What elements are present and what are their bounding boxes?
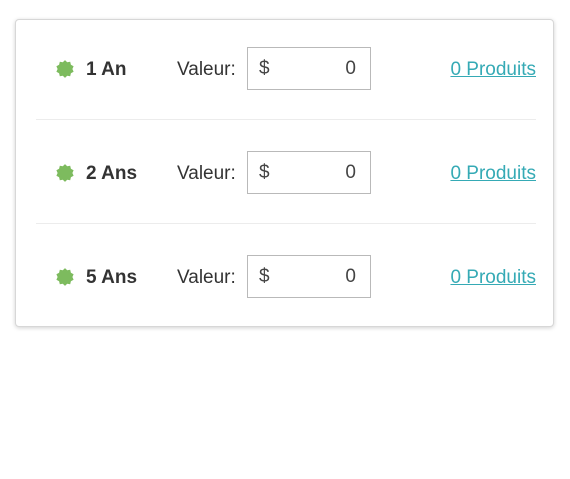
currency-symbol: $ <box>259 266 270 287</box>
products-link[interactable]: 0 Produits <box>450 59 536 81</box>
term-label: 5 Ans <box>86 267 138 288</box>
value-amount[interactable]: 0 <box>345 162 356 184</box>
value-input[interactable]: $ 0 <box>247 255 371 298</box>
term-label: 2 Ans <box>86 163 138 184</box>
term-row: 5 Ans Valeur: $ 0 0 Produits <box>36 228 536 332</box>
value-label: Valeur: <box>177 163 236 184</box>
value-input[interactable]: $ 0 <box>247 151 371 194</box>
currency-symbol: $ <box>259 162 270 183</box>
term-values-card: 1 An Valeur: $ 0 0 Produits 2 Ans Valeur… <box>15 19 554 327</box>
value-label: Valeur: <box>177 267 236 288</box>
products-link[interactable]: 0 Produits <box>450 267 536 289</box>
currency-symbol: $ <box>259 58 270 79</box>
green-badge-icon <box>54 58 76 80</box>
products-link[interactable]: 0 Produits <box>450 163 536 185</box>
value-amount[interactable]: 0 <box>345 58 356 80</box>
value-label: Valeur: <box>177 59 236 80</box>
row-divider <box>36 223 536 224</box>
row-divider <box>36 119 536 120</box>
green-badge-icon <box>54 266 76 288</box>
value-input[interactable]: $ 0 <box>247 47 371 90</box>
term-row: 2 Ans Valeur: $ 0 0 Produits <box>36 124 536 228</box>
green-badge-icon <box>54 162 76 184</box>
value-amount[interactable]: 0 <box>345 266 356 288</box>
term-row: 1 An Valeur: $ 0 0 Produits <box>36 20 536 124</box>
term-label: 1 An <box>86 59 127 80</box>
